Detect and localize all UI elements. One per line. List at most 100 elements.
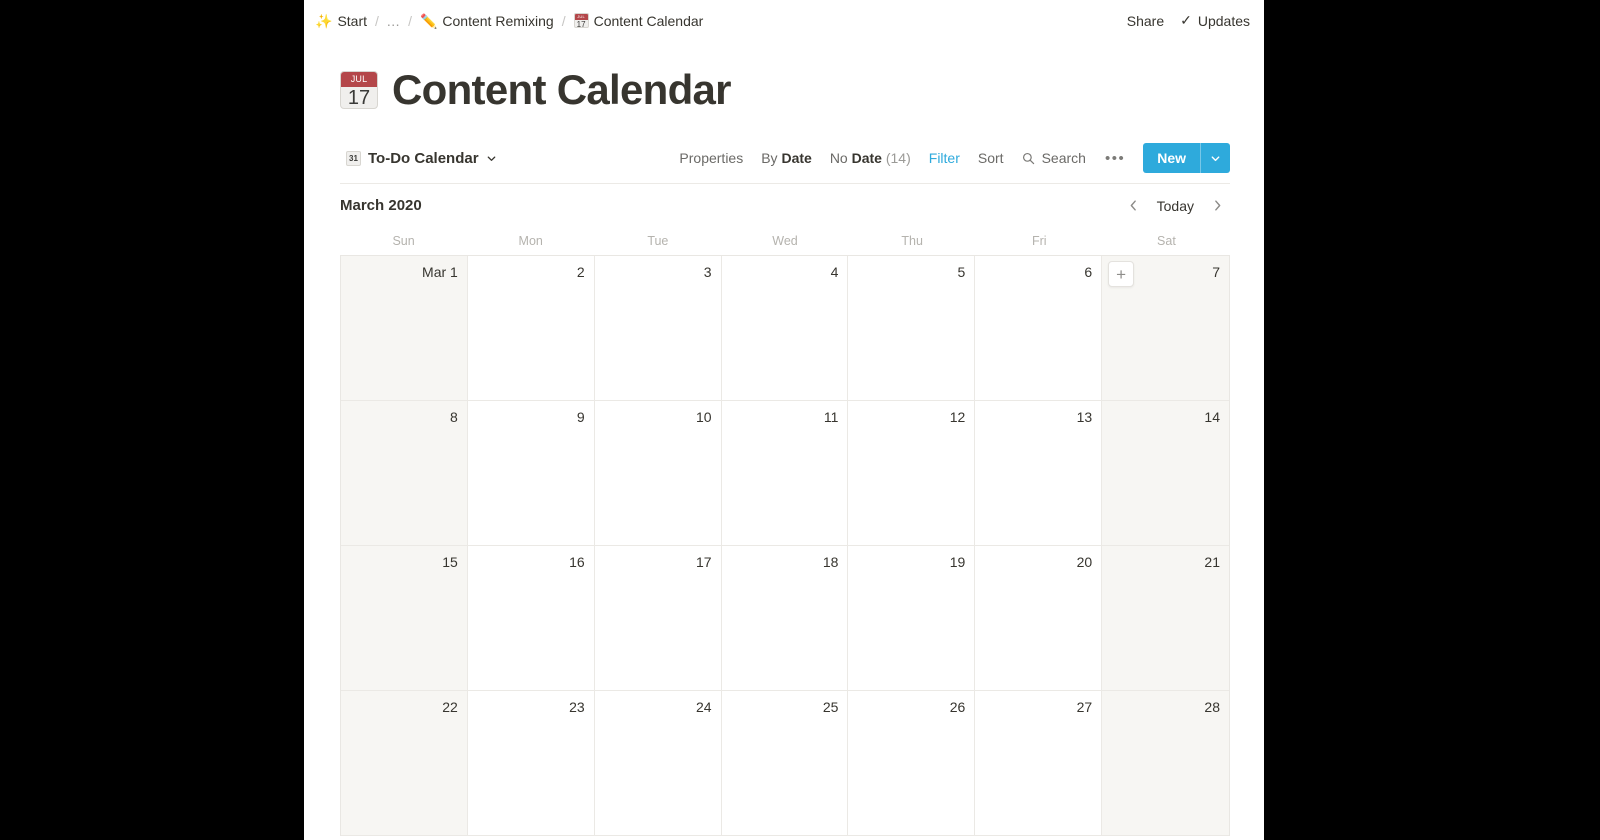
breadcrumb-item-content-calendar[interactable]: JUL 17 Content Calendar: [569, 11, 709, 31]
calendar-day-cell[interactable]: 26: [848, 691, 976, 836]
calendar-day-cell[interactable]: 19: [848, 546, 976, 691]
chevron-right-icon: [1214, 200, 1220, 211]
breadcrumb-item-content-remixing[interactable]: ✏️ Content Remixing: [415, 11, 559, 31]
day-number: 11: [823, 409, 839, 425]
day-number: 17: [695, 554, 712, 570]
page-title-row: JUL 17 Content Calendar: [304, 41, 1264, 111]
search-label: Search: [1041, 150, 1086, 166]
calendar-navigation: Today: [1121, 193, 1230, 219]
breadcrumb: ✨ Start / ... / ✏️ Content Remixing / JU…: [310, 11, 1127, 31]
day-number: 22: [442, 699, 458, 715]
calendar-day-cell[interactable]: 28: [1102, 691, 1229, 836]
weekday-header-thu: Thu: [901, 234, 923, 248]
new-button[interactable]: New: [1143, 143, 1200, 173]
top-bar-actions: Share ✓ Updates: [1127, 12, 1250, 29]
calendar-day-cell[interactable]: 9: [467, 401, 595, 546]
calendar-day-cell[interactable]: Mar 1: [341, 256, 468, 401]
chevron-down-icon: [1211, 155, 1220, 161]
no-date-button[interactable]: No Date (14): [821, 146, 920, 170]
calendar-day-cell[interactable]: 10: [594, 401, 722, 546]
new-button-dropdown[interactable]: [1201, 143, 1230, 173]
add-event-button[interactable]: +: [1108, 261, 1135, 287]
breadcrumb-separator: /: [408, 12, 412, 29]
sparkles-icon: ✨: [315, 12, 333, 29]
filter-button[interactable]: Filter: [920, 146, 969, 170]
calendar-day-cell[interactable]: +7: [1102, 256, 1229, 401]
weekday-header-sat: Sat: [1157, 234, 1176, 248]
calendar-day-cell[interactable]: 3: [594, 256, 722, 401]
breadcrumb-label-content-calendar: Content Calendar: [593, 12, 704, 29]
search-button[interactable]: Search: [1013, 146, 1095, 170]
calendar-day-cell[interactable]: 24: [594, 691, 722, 836]
calendar-day-cell[interactable]: 4: [721, 256, 849, 401]
calendar-day-cell[interactable]: 13: [975, 401, 1103, 546]
previous-month-button[interactable]: [1121, 193, 1147, 219]
properties-button[interactable]: Properties: [670, 146, 752, 170]
day-number: 28: [1204, 699, 1220, 715]
updates-button[interactable]: ✓ Updates: [1180, 12, 1250, 29]
calendar-day-cell[interactable]: 6: [975, 256, 1103, 401]
day-number: 26: [949, 699, 966, 715]
search-icon: [1022, 152, 1034, 164]
view-calendar-icon-day: 31: [349, 153, 358, 163]
page-icon-day: 17: [347, 87, 371, 109]
group-by-prefix: By: [761, 150, 778, 166]
breadcrumb-separator: /: [375, 12, 379, 29]
day-number: 10: [695, 409, 712, 425]
calendar-day-cell[interactable]: 11: [721, 401, 849, 546]
day-number: 3: [703, 264, 712, 280]
day-number: 9: [576, 409, 585, 425]
calendar-day-cell[interactable]: 21: [1102, 546, 1229, 691]
calendar-day-cell[interactable]: 8: [341, 401, 468, 546]
no-date-value: Date: [851, 150, 882, 166]
weekday-header-wed: Wed: [772, 234, 798, 248]
group-by-value: Date: [781, 150, 812, 166]
day-number: 15: [442, 554, 458, 570]
pencil-icon: ✏️: [419, 12, 438, 29]
calendar-day-cell[interactable]: 20: [975, 546, 1103, 691]
day-number: 5: [957, 264, 966, 280]
share-label: Share: [1126, 12, 1165, 29]
calendar-day-cell[interactable]: 2: [467, 256, 595, 401]
day-number: 18: [822, 554, 839, 570]
calendar-day-cell[interactable]: 25: [721, 691, 849, 836]
top-bar: ✨ Start / ... / ✏️ Content Remixing / JU…: [304, 0, 1264, 41]
calendar-day-cell[interactable]: 27: [975, 691, 1103, 836]
calendar-day-cell[interactable]: 15: [341, 546, 468, 691]
month-label: March 2020: [340, 197, 422, 214]
calendar-day-cell[interactable]: 22: [341, 691, 468, 836]
weekday-header-sun: Sun: [392, 234, 415, 248]
no-date-count: (14): [885, 150, 911, 166]
day-number: Mar 1: [422, 264, 458, 280]
calendar-day-cell[interactable]: 5: [848, 256, 976, 401]
page-icon-calendar-icon[interactable]: JUL 17: [340, 71, 378, 109]
next-month-button[interactable]: [1204, 193, 1230, 219]
day-number: 16: [569, 554, 585, 570]
no-date-prefix: No: [829, 150, 848, 166]
more-options-button[interactable]: •••: [1095, 146, 1135, 171]
chevron-down-icon: [487, 155, 495, 161]
breadcrumb-label-content-remixing: Content Remixing: [442, 12, 554, 29]
day-number: 13: [1076, 409, 1093, 425]
calendar-day-cell[interactable]: 17: [594, 546, 722, 691]
view-tab-todo-calendar[interactable]: 31 To-Do Calendar: [340, 147, 503, 170]
calendar-icon: JUL 17: [573, 13, 589, 28]
calendar-day-cell[interactable]: 18: [721, 546, 849, 691]
share-button[interactable]: Share: [1127, 13, 1164, 29]
calendar-day-cell[interactable]: 16: [467, 546, 595, 691]
breadcrumb-separator: /: [561, 12, 566, 29]
day-number: 25: [822, 699, 839, 715]
page-title[interactable]: Content Calendar: [392, 69, 732, 111]
sort-button[interactable]: Sort: [969, 146, 1013, 170]
calendar-day-cell[interactable]: 12: [848, 401, 976, 546]
day-number: 24: [695, 699, 712, 715]
day-number: 12: [949, 409, 966, 425]
today-button[interactable]: Today: [1149, 194, 1202, 218]
breadcrumb-item-ellipsis[interactable]: ...: [382, 11, 405, 31]
calendar-day-cell[interactable]: 23: [467, 691, 595, 836]
calendar-day-cell[interactable]: 14: [1102, 401, 1229, 546]
group-by-button[interactable]: By Date: [752, 146, 821, 170]
weekday-header-tue: Tue: [647, 234, 669, 248]
breadcrumb-item-start[interactable]: ✨ Start: [310, 11, 372, 31]
new-button-group: New: [1143, 143, 1230, 173]
